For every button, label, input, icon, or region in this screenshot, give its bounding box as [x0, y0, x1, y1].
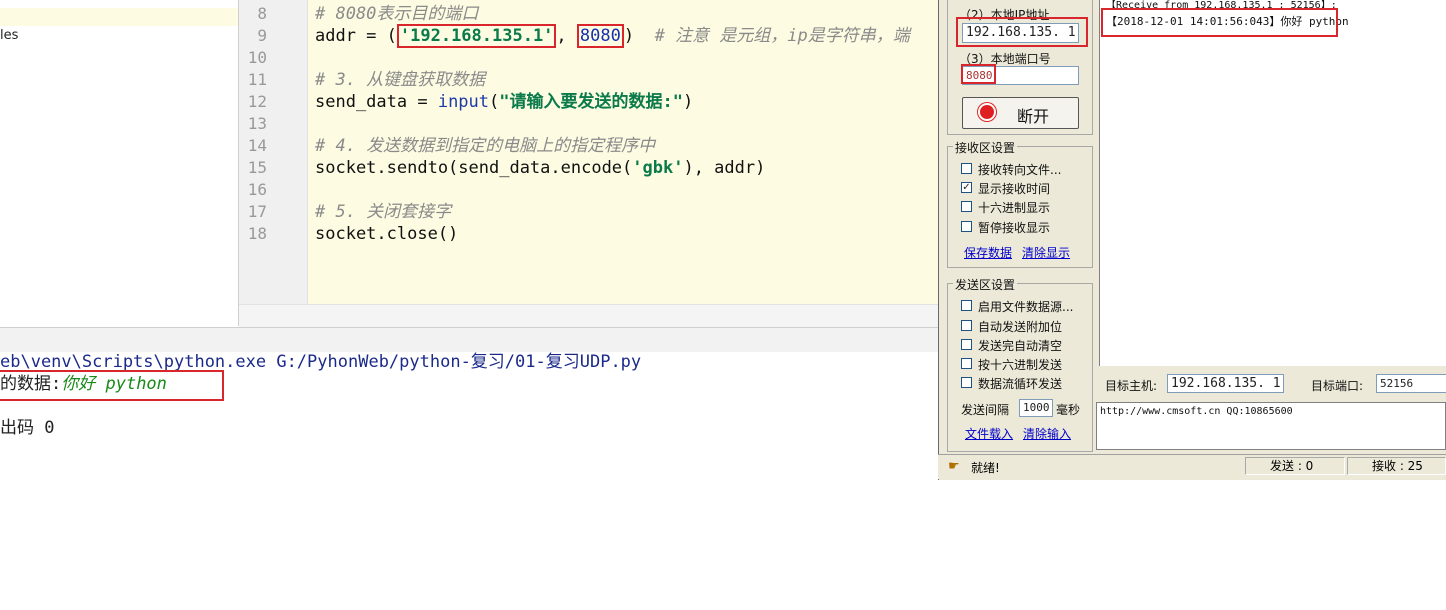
console-exit-label: 出码 0	[0, 418, 55, 438]
line-number: 17	[247, 202, 267, 221]
code-string: "请输入要发送的数据:"	[499, 92, 683, 112]
local-port-highlight	[961, 64, 996, 84]
code-comment: # 8080表示目的端口	[315, 4, 479, 24]
code-line-11: # 3. 从键盘获取数据	[315, 69, 485, 91]
auto-clear-label: 发送完自动清空	[978, 339, 1063, 353]
code-text: (	[489, 92, 500, 112]
hex-send-label: 按十六进制发送	[978, 358, 1063, 372]
loop-send-label: 数据流循环发送	[978, 377, 1063, 391]
line-number: 11	[247, 70, 267, 89]
port-highlight: 8080	[576, 24, 624, 48]
code-comment: # 4. 发送数据到指定的电脑上的指定程序中	[315, 136, 656, 156]
sent-count: 发送 : 0	[1245, 457, 1345, 475]
hex-display-label: 十六进制显示	[978, 201, 1051, 215]
show-recv-time-label: 显示接收时间	[978, 182, 1051, 196]
input-highlight-box	[0, 370, 224, 401]
ip-string-highlight: '192.168.135.1'	[396, 24, 557, 48]
line-number: 9	[257, 26, 267, 45]
target-host-label: 目标主机:	[1105, 379, 1158, 393]
line-number: 16	[247, 180, 267, 199]
line-number: 12	[247, 92, 267, 111]
line-number: 14	[247, 136, 267, 155]
code-comment: # 5. 关闭套接字	[315, 202, 452, 222]
console-exit-line: 出码 0	[0, 417, 54, 439]
status-ready: 就绪!	[971, 461, 1000, 475]
target-host-field[interactable]: 192.168.135. 1	[1167, 374, 1284, 393]
code-line-17: # 5. 关闭套接字	[315, 201, 451, 223]
loop-send-checkbox[interactable]	[961, 377, 972, 388]
send-interval-field[interactable]: 1000	[1019, 399, 1053, 417]
code-text: )	[682, 92, 694, 112]
code-text: socket.close()	[315, 224, 459, 244]
line-number: 18	[247, 224, 267, 243]
target-port-label: 目标端口:	[1311, 379, 1364, 393]
auto-clear-checkbox[interactable]	[961, 339, 972, 350]
code-line-9: addr = ('192.168.135.1', 8080) # 注意 是元组，…	[315, 24, 910, 48]
clear-display-link[interactable]: 清除显示	[1022, 244, 1070, 261]
receive-area[interactable]: 【Receive from 192.168.135.1 : 52156】: 【2…	[1099, 0, 1446, 366]
auto-append-label: 自动发送附加位	[978, 320, 1063, 334]
hex-display-checkbox[interactable]	[961, 201, 972, 212]
code-line-15: socket.sendto(send_data.encode('gbk'), a…	[315, 157, 765, 179]
send-interval-label: 发送间隔	[961, 403, 1010, 417]
code-line-8: # 8080表示目的端口	[315, 3, 478, 25]
code-line-18: socket.close()	[315, 223, 458, 245]
recv-to-file-label: 接收转向文件...	[978, 163, 1062, 177]
file-load-link[interactable]: 文件载入	[965, 425, 1013, 442]
hex-send-checkbox[interactable]	[961, 358, 972, 369]
send-text: http://www.cmsoft.cn QQ:10865600	[1100, 406, 1293, 417]
run-panel-header	[0, 327, 938, 353]
code-text: send_data =	[315, 92, 438, 112]
code-comment: # 注意 是元组，ip是字符串，端	[634, 26, 910, 46]
line-number: 8	[257, 4, 267, 23]
clear-input-link[interactable]: 清除输入	[1023, 425, 1071, 442]
local-ip-highlight	[956, 17, 1088, 47]
line-number: 15	[247, 158, 267, 177]
code-text: addr = (	[315, 26, 397, 46]
code-editor[interactable]: # 8080表示目的端口 addr = ('192.168.135.1', 80…	[308, 0, 938, 304]
show-recv-time-checkbox[interactable]: ✓	[961, 182, 972, 193]
save-data-link[interactable]: 保存数据	[964, 244, 1012, 261]
file-source-label: 启用文件数据源...	[978, 300, 1074, 314]
file-source-checkbox[interactable]	[961, 300, 972, 311]
recv-message-highlight	[1101, 8, 1338, 37]
code-text: ,	[556, 26, 577, 46]
connection-status-icon	[980, 105, 994, 119]
selected-tree-row[interactable]	[0, 8, 238, 26]
line-number-gutter: 8 9 10 11 12 13 14 15 16 17 18	[239, 0, 308, 304]
disconnect-label: 断开	[1017, 107, 1050, 126]
project-pane: les	[0, 0, 239, 326]
receive-settings-title: 接收区设置	[953, 139, 1018, 156]
send-interval-unit: 毫秒	[1056, 403, 1081, 417]
recv-count: 接收 : 25	[1347, 457, 1446, 475]
code-text: ), addr)	[683, 158, 766, 178]
target-port-field[interactable]: 52156	[1376, 374, 1446, 393]
hand-pointer-icon: ☛	[948, 459, 960, 474]
pause-display-checkbox[interactable]	[961, 221, 972, 232]
status-bar: ☛ 就绪! 发送 : 0 接收 : 25	[938, 454, 1446, 479]
pause-display-label: 暂停接收显示	[978, 221, 1051, 235]
auto-append-checkbox[interactable]	[961, 320, 972, 331]
disconnect-button[interactable]: 断开	[962, 97, 1079, 129]
editor-horizontal-scrollbar[interactable]	[239, 304, 938, 327]
line-number: 10	[247, 48, 267, 67]
code-text: )	[623, 26, 635, 46]
code-line-12: send_data = input("请输入要发送的数据:")	[315, 91, 693, 113]
code-string: 'gbk'	[632, 158, 684, 178]
project-tree-item[interactable]: les	[0, 28, 18, 43]
recv-to-file-checkbox[interactable]	[961, 163, 972, 174]
code-text: socket.sendto(send_data.encode(	[315, 158, 633, 178]
code-comment: # 3. 从键盘获取数据	[315, 70, 486, 90]
line-number: 13	[247, 114, 267, 133]
builtin-function: input	[437, 92, 490, 112]
send-text-area[interactable]: http://www.cmsoft.cn QQ:10865600	[1096, 402, 1446, 450]
send-settings-title: 发送区设置	[953, 276, 1018, 293]
code-line-14: # 4. 发送数据到指定的电脑上的指定程序中	[315, 135, 655, 157]
